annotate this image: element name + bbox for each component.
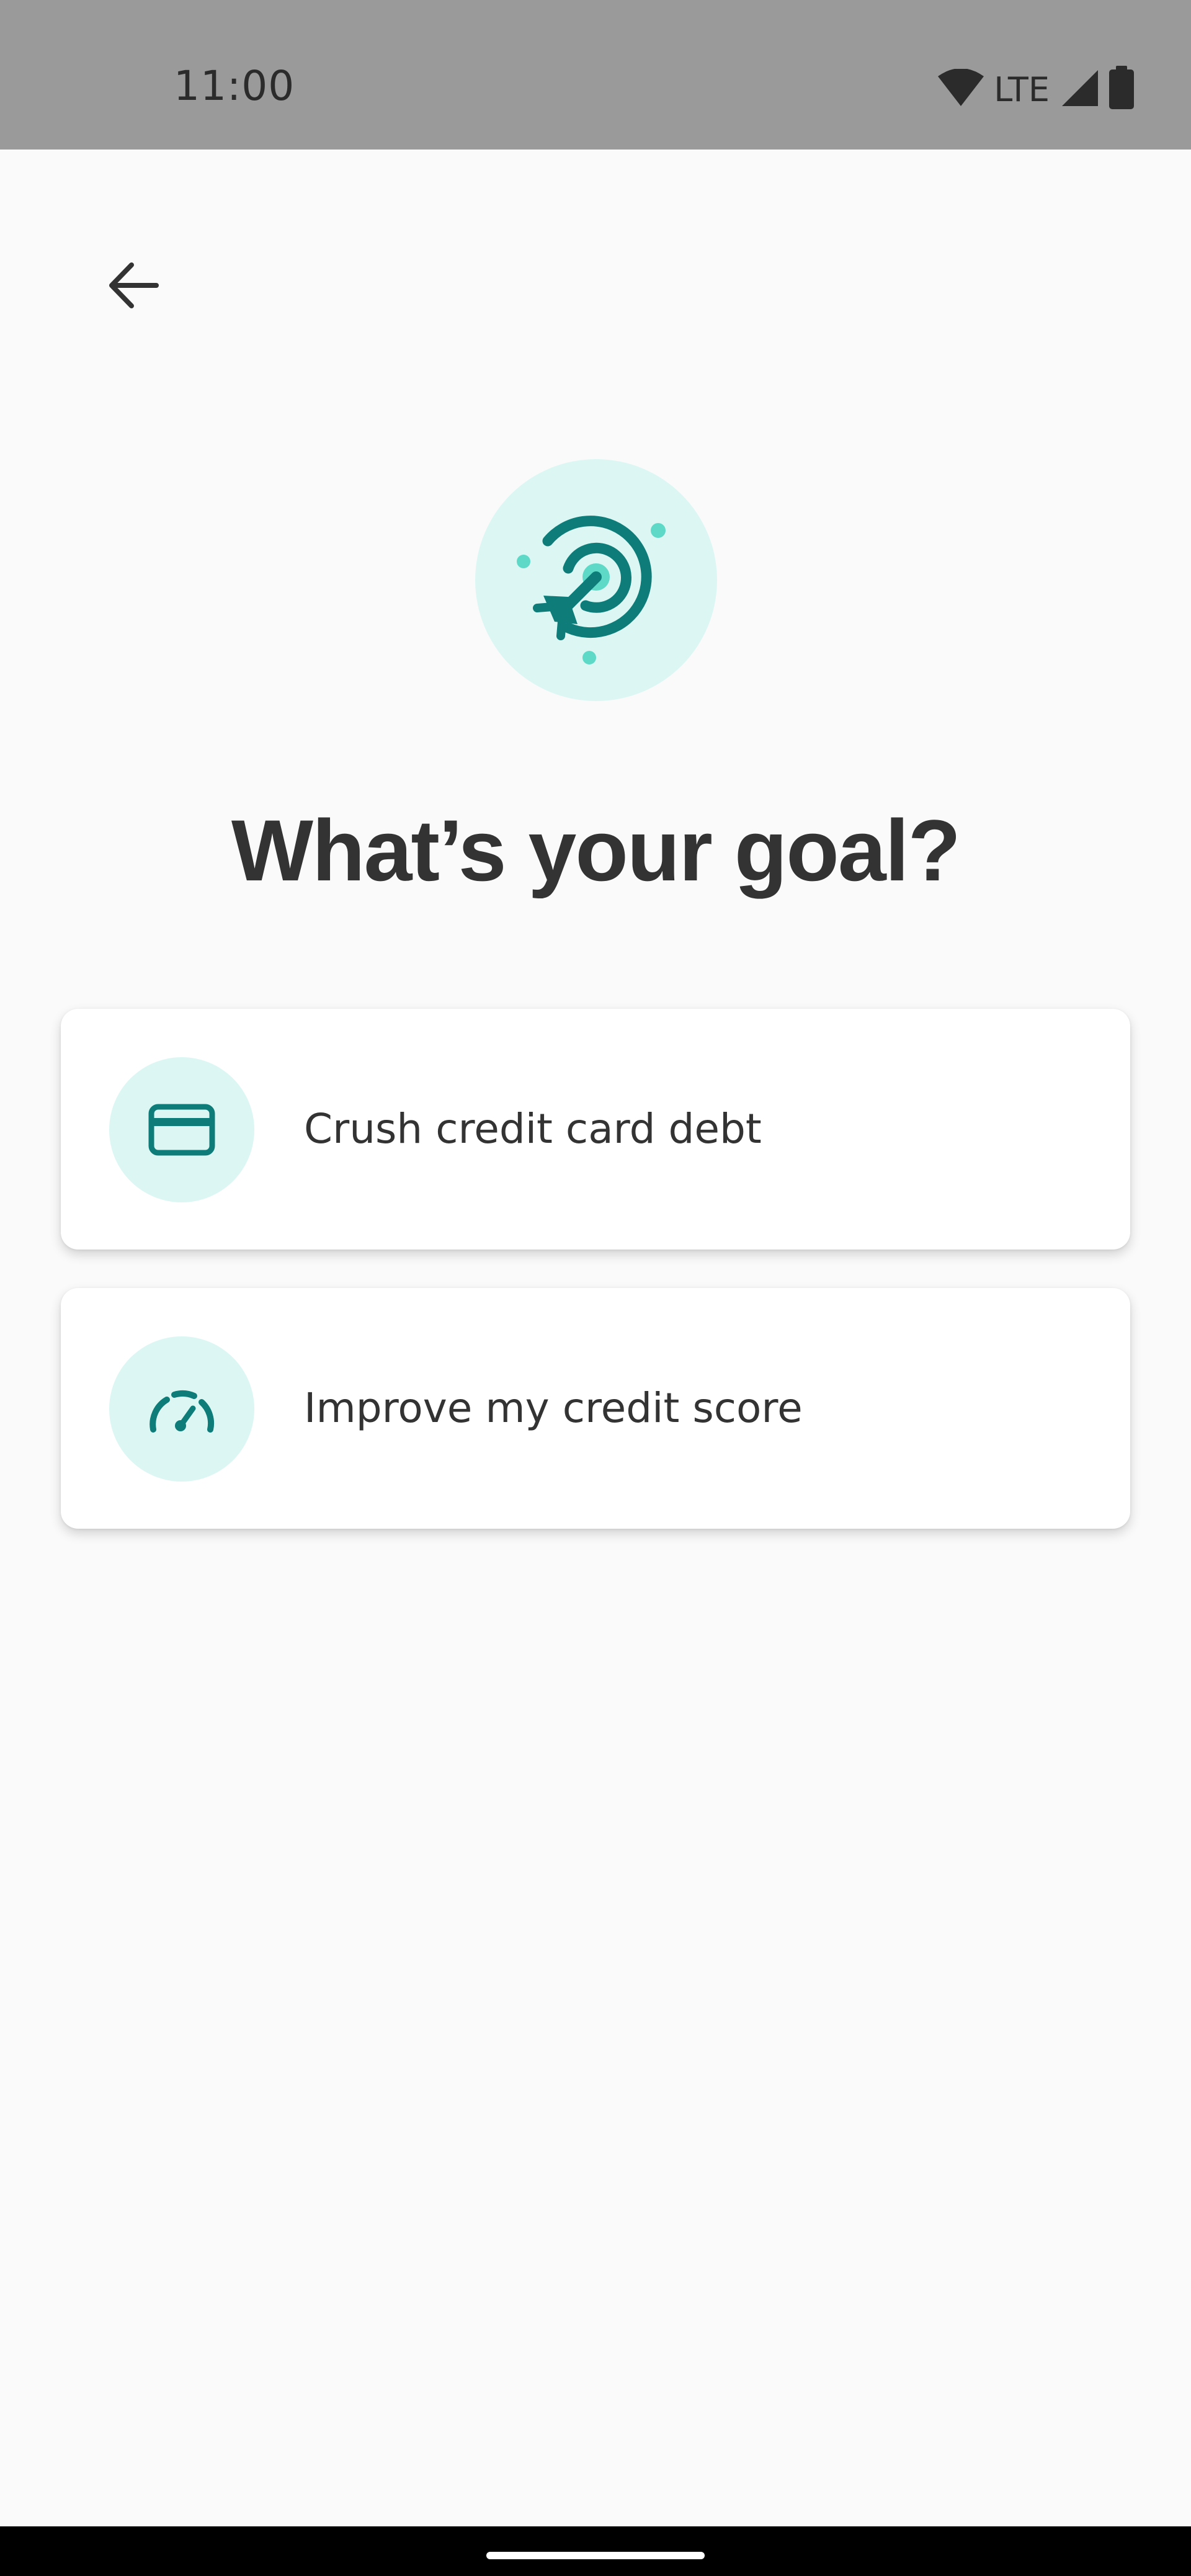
hero-illustration xyxy=(475,459,717,701)
speedometer-icon xyxy=(149,1390,215,1433)
option-icon-container xyxy=(109,1057,254,1202)
option-icon-container xyxy=(109,1336,254,1482)
page-title: What’s your goal? xyxy=(231,802,961,899)
target-rocket-icon xyxy=(517,516,666,664)
home-gesture-handle[interactable] xyxy=(486,2552,705,2559)
credit-card-icon xyxy=(148,1104,215,1156)
navigation-bar xyxy=(0,2526,1191,2576)
status-time: 11:00 xyxy=(174,62,295,110)
arrow-back-icon xyxy=(109,262,159,308)
network-type: LTE xyxy=(994,69,1050,109)
wifi-icon xyxy=(937,68,985,110)
status-bar: 11:00 LTE xyxy=(0,0,1191,150)
option-label: Improve my credit score xyxy=(304,1384,803,1432)
status-icons: LTE xyxy=(937,65,1135,114)
option-crush-credit-card-debt[interactable]: Crush credit card debt xyxy=(61,1009,1130,1250)
signal-icon xyxy=(1061,69,1099,110)
battery-icon xyxy=(1108,65,1135,114)
option-improve-credit-score[interactable]: Improve my credit score xyxy=(61,1288,1130,1529)
back-button[interactable] xyxy=(93,245,174,326)
option-label: Crush credit card debt xyxy=(304,1105,762,1153)
goal-selection-screen: 11:00 LTE What’s your goal? Crush credit… xyxy=(0,0,1191,2576)
